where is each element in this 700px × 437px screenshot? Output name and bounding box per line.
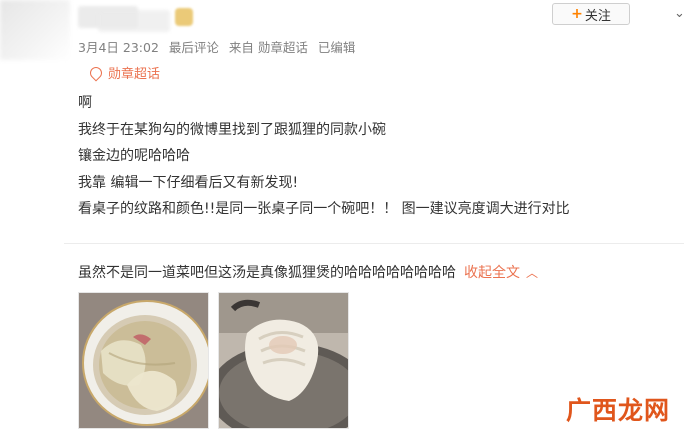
topic-label: 勋章超话	[108, 67, 161, 82]
post-line: 我靠 编辑一下仔细看后又有新发现!	[78, 174, 299, 191]
post-meta: 3月4日 23:02 最后评论 来自 勋章超话 已编辑	[78, 37, 361, 56]
follow-button[interactable]: + 关注	[552, 3, 630, 25]
user-badge-icon	[175, 8, 193, 26]
collapse-link[interactable]: 收起全文	[464, 265, 520, 281]
last-comment-label: 最后评论	[168, 40, 219, 55]
topic-tag[interactable]: 勋章超话	[87, 63, 161, 82]
divider	[64, 243, 684, 244]
location-pin-icon	[87, 64, 105, 81]
plus-icon: +	[571, 6, 583, 22]
comment-text-row: 虽然不是同一道菜吧但这汤是真像狐狸煲的哈哈哈哈哈哈哈哈 收起全文 ︿	[78, 262, 538, 282]
chevron-up-icon[interactable]: ︿	[526, 266, 538, 280]
watermark-text: 广西龙网	[566, 396, 671, 425]
soup-bowl-illustration	[79, 293, 208, 428]
post-source[interactable]: 来自 勋章超话	[229, 40, 308, 55]
post-image-dumpling[interactable]	[218, 292, 349, 429]
post-body: 啊 我终于在某狗勾的微博里找到了跟狐狸的同款小碗 镶金边的呢哈哈哈 我靠 编辑一…	[78, 90, 570, 223]
follow-label: 关注	[584, 8, 611, 24]
dumpling-illustration	[219, 293, 348, 428]
post-line: 镶金边的呢哈哈哈	[78, 148, 190, 164]
edited-label[interactable]: 已编辑	[318, 40, 356, 55]
post-date[interactable]: 3月4日 23:02	[78, 40, 159, 55]
post-line: 我终于在某狗勾的微博里找到了跟狐狸的同款小碗	[78, 121, 386, 138]
post-line: 看桌子的纹路和颜色!!是同一张桌子同一个碗吧！！ 图一建议亮度调大进行对比	[78, 201, 570, 217]
chevron-down-icon[interactable]: ⌄	[674, 6, 685, 21]
username-blurred-part	[98, 10, 170, 32]
avatar[interactable]	[0, 0, 70, 60]
post-image-soup-bowl[interactable]	[78, 292, 209, 429]
comment-text: 虽然不是同一道菜吧但这汤是真像狐狸煲的哈哈哈哈哈哈哈哈	[78, 265, 456, 281]
post-line: 啊	[78, 95, 92, 111]
